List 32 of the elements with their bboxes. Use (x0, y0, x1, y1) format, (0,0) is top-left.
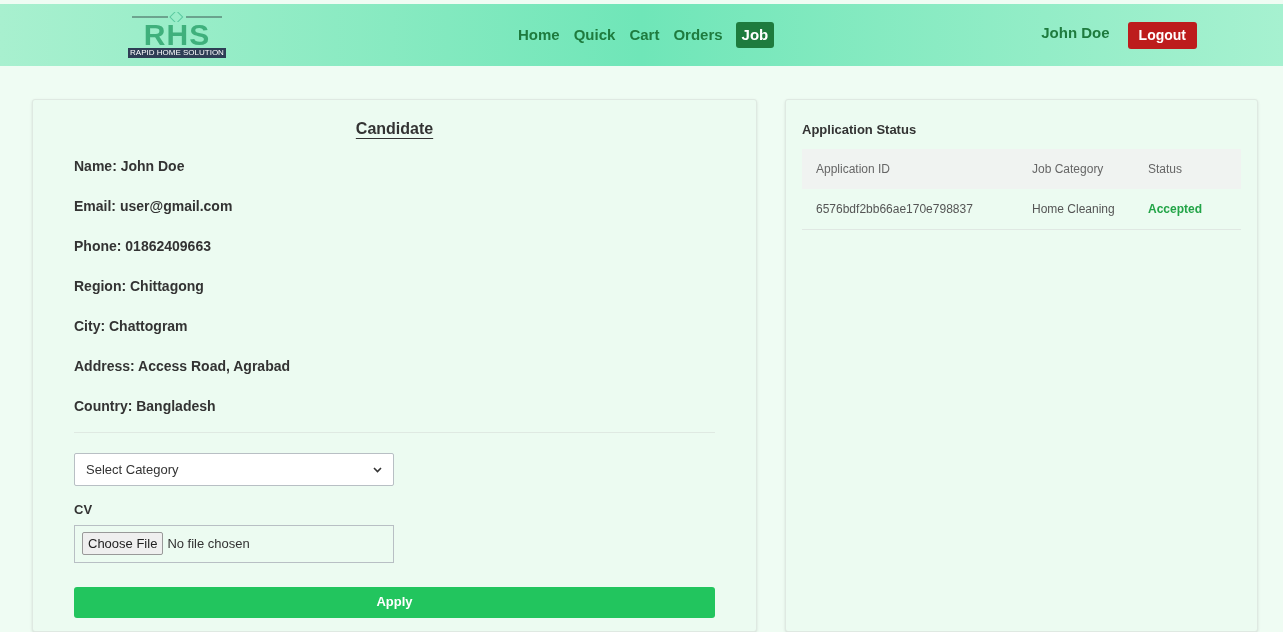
candidate-detail: Email: user@gmail.com (74, 197, 234, 215)
column-header: Status (1148, 160, 1183, 178)
candidate-detail: Phone: 01862409663 (74, 237, 212, 255)
logo[interactable]: RHS RAPID HOME SOLUTION (125, 12, 229, 58)
candidate-detail: Name: John Doe (74, 157, 186, 175)
nav-link[interactable]: Job (735, 21, 775, 49)
file-status: No file chosen (167, 534, 250, 553)
chevron-down-icon (373, 466, 382, 473)
nav-link[interactable]: Orders (672, 23, 724, 47)
logo-ornament-icon (132, 12, 222, 22)
table-cell-text: 6576bdf2bb66ae170e798837 (816, 200, 974, 218)
table-cell-text: Home Cleaning (1032, 200, 1116, 218)
logo-tagline: RAPID HOME SOLUTION (128, 48, 226, 58)
user-name: John Doe (1041, 23, 1110, 44)
column-header: Application ID (816, 160, 892, 178)
nav-link[interactable]: Cart (628, 23, 661, 47)
file-input[interactable]: Choose File No file chosen (74, 524, 394, 563)
candidate-detail: Country: Bangladesh (74, 397, 217, 415)
candidate-detail: Address: Access Road, Agrabad (74, 357, 292, 375)
logout-button[interactable]: Logout (1127, 21, 1197, 49)
cv-label: CV (74, 501, 94, 519)
choose-file-button[interactable]: Choose File (82, 531, 164, 556)
candidate-detail: City: Chattogram (74, 317, 189, 335)
logo-letters: RHS (143, 22, 211, 48)
status-title: Application Status (802, 121, 918, 139)
table-cell-text: Accepted (1148, 200, 1203, 218)
nav-link[interactable]: Home (517, 23, 561, 47)
column-header: Job Category (1032, 160, 1105, 178)
nav-link[interactable]: Quick (572, 23, 617, 47)
category-select[interactable]: Select Category (74, 453, 394, 486)
candidate-title: Candidate (355, 119, 434, 139)
candidate-detail: Region: Chittagong (74, 277, 205, 295)
